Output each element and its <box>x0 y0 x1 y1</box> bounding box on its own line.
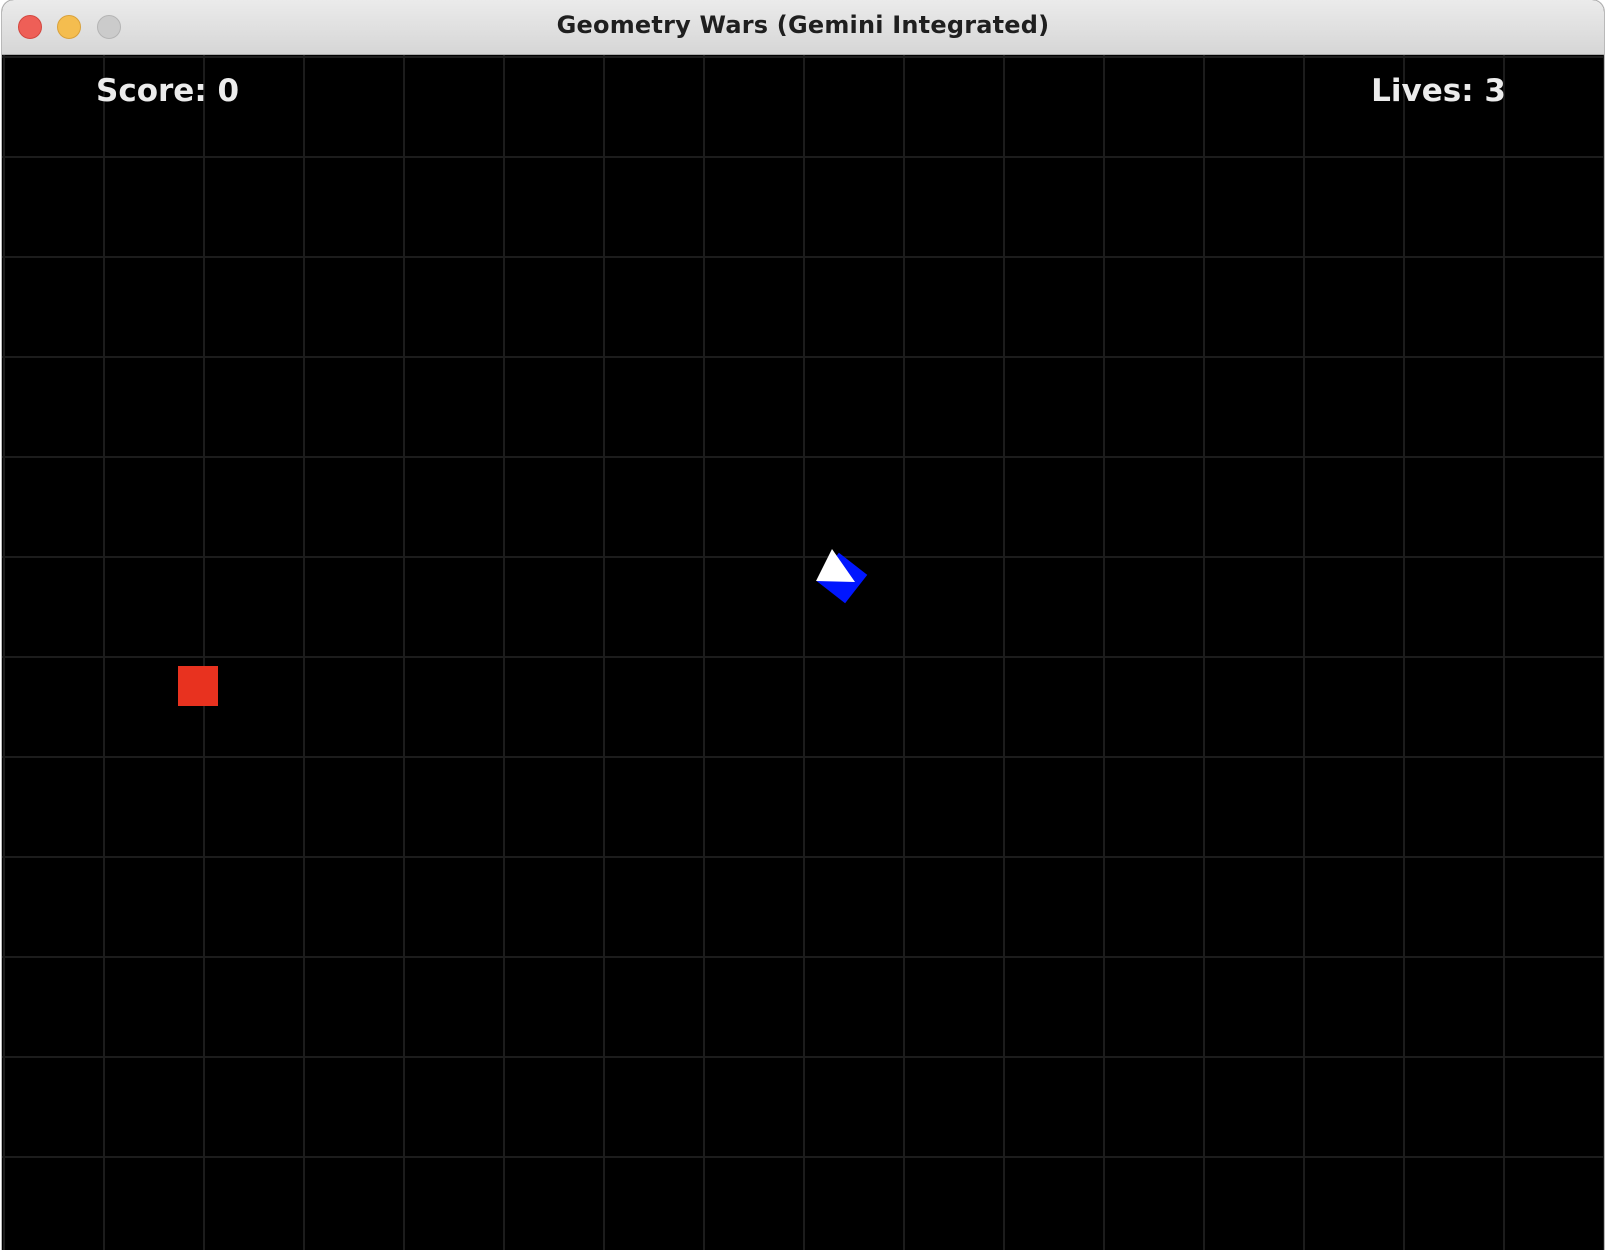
enemy-square-body <box>178 666 218 706</box>
game-canvas[interactable]: Score: 0 Lives: 3 <box>2 55 1604 1250</box>
enemy-square <box>178 666 218 706</box>
player-ship <box>816 549 868 604</box>
score-display: Score: 0 <box>96 73 240 109</box>
lives-display: Lives: 3 <box>1371 73 1506 109</box>
title-bar[interactable]: Geometry Wars (Gemini Integrated) <box>2 0 1604 55</box>
game-window: Geometry Wars (Gemini Integrated) Score:… <box>2 0 1604 1250</box>
window-title: Geometry Wars (Gemini Integrated) <box>556 11 1050 39</box>
